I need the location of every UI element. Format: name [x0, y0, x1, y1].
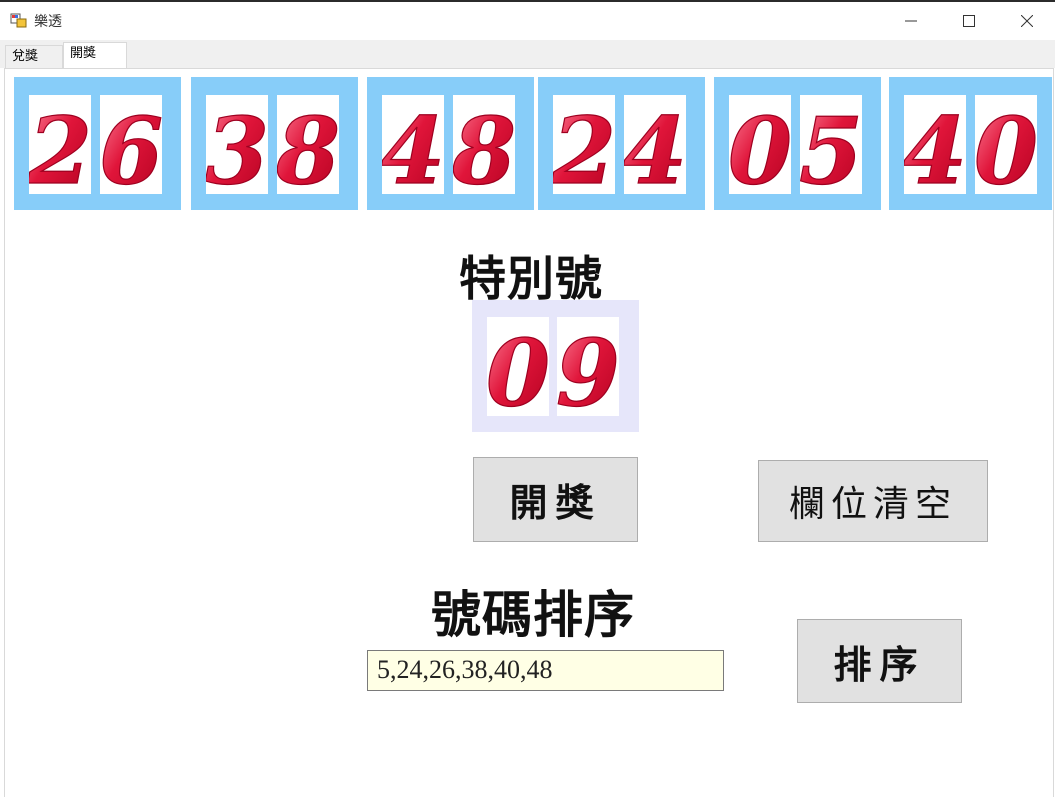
tab-redeem[interactable]: 兌獎 — [5, 45, 63, 68]
digit-text: 5 — [800, 97, 862, 194]
sort-section-label: 號碼排序 — [431, 585, 635, 644]
digit-card-tens: 3 — [206, 95, 268, 194]
digit-text: 0 — [729, 97, 791, 194]
minimize-button[interactable] — [882, 2, 940, 40]
close-icon — [1021, 15, 1033, 27]
winning-number-panel: 26 — [14, 77, 181, 210]
draw-button[interactable]: 開獎 — [473, 457, 638, 542]
title-bar: 樂透 — [0, 2, 1055, 40]
maximize-icon — [963, 15, 975, 27]
close-button[interactable] — [998, 2, 1055, 40]
digit-text: 4 — [904, 97, 966, 194]
maximize-button[interactable] — [940, 2, 998, 40]
winning-number-panel: 48 — [367, 77, 534, 210]
digit-card-ones: 0 — [975, 95, 1037, 194]
clear-fields-button[interactable]: 欄位清空 — [758, 460, 988, 542]
digit-card-tens: 0 — [729, 95, 791, 194]
digit-text: 4 — [382, 97, 444, 194]
digit-text: 2 — [553, 97, 615, 194]
minimize-icon — [905, 20, 917, 22]
special-number-panel: 0 9 — [472, 300, 639, 432]
digit-card-tens: 2 — [29, 95, 91, 194]
sorted-numbers-field[interactable]: 5,24,26,38,40,48 — [367, 650, 724, 691]
sort-button[interactable]: 排序 — [797, 619, 962, 703]
digit-card-tens: 4 — [904, 95, 966, 194]
digit-text: 8 — [453, 97, 515, 194]
winning-number-panel: 05 — [714, 77, 881, 210]
digit-card-ones: 5 — [800, 95, 862, 194]
special-digit-tens-text: 0 — [487, 319, 549, 416]
app-icon — [10, 11, 28, 29]
winning-number-panel: 24 — [538, 77, 705, 210]
window-title: 樂透 — [34, 14, 62, 30]
digit-text: 6 — [100, 97, 162, 194]
winning-number-panel: 40 — [889, 77, 1052, 210]
digit-card-ones: 6 — [100, 95, 162, 194]
digit-card-tens: 4 — [382, 95, 444, 194]
digit-card-ones: 8 — [453, 95, 515, 194]
special-digit-tens: 0 — [487, 317, 549, 416]
tab-strip: 兌獎 開獎 — [0, 40, 1055, 69]
winning-number-panel: 38 — [191, 77, 358, 210]
special-number-label: 特別號 — [459, 252, 603, 307]
tab-draw[interactable]: 開獎 — [63, 42, 127, 69]
digit-text: 0 — [975, 97, 1037, 194]
digit-card-tens: 2 — [553, 95, 615, 194]
special-digit-ones: 9 — [557, 317, 619, 416]
digit-text: 8 — [277, 97, 339, 194]
digit-card-ones: 8 — [277, 95, 339, 194]
digit-text: 4 — [624, 97, 686, 194]
special-digit-ones-text: 9 — [557, 319, 619, 416]
digit-text: 3 — [206, 97, 268, 194]
digit-text: 2 — [29, 97, 91, 194]
digit-card-ones: 4 — [624, 95, 686, 194]
